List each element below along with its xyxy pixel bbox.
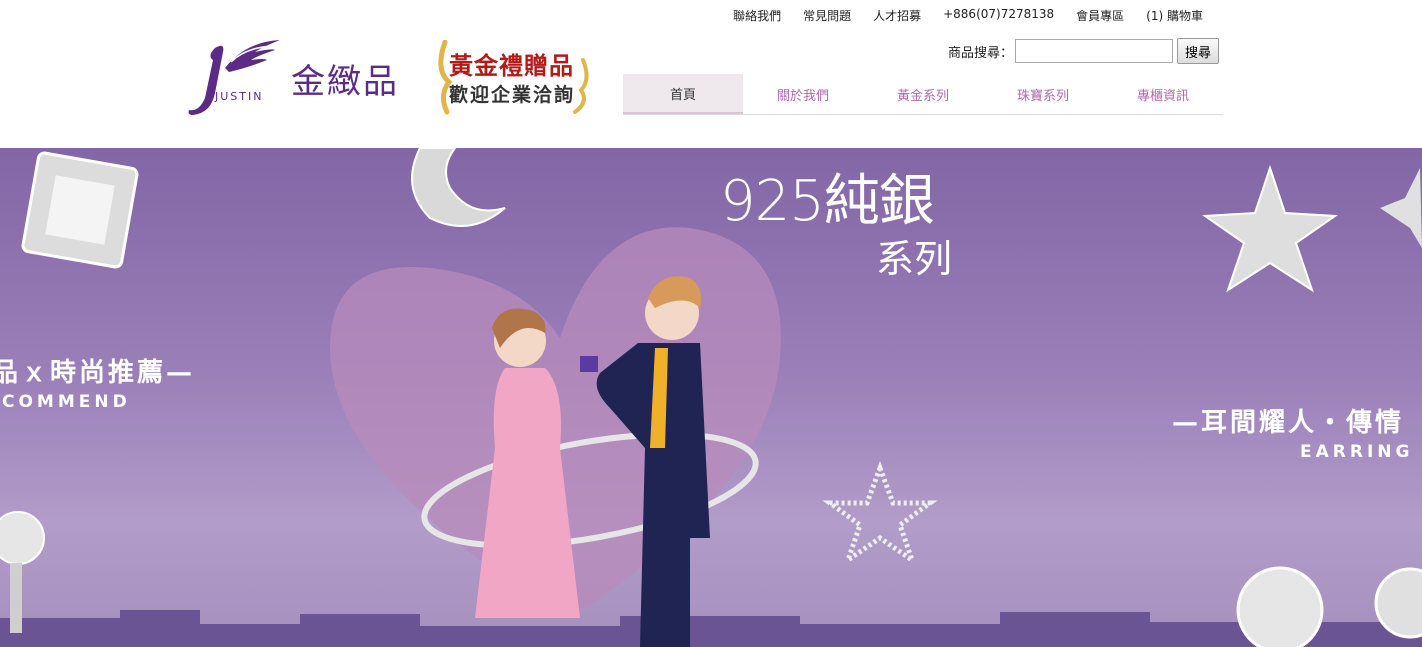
logo-name: 金緻品 [291,61,399,102]
logo-brand-text: JUSTIN [214,90,263,103]
nav-jewelry-series[interactable]: 珠寶系列 [983,74,1103,114]
faq-link[interactable]: 常見問題 [792,7,862,24]
search-button[interactable]: 搜尋 [1177,38,1220,64]
banner-title: 925純銀 [720,169,935,234]
outline-star-icon [822,460,938,567]
main-nav: 首頁 關於我們 黃金系列 珠寶系列 專櫃資訊 [623,74,1223,115]
banner-illustration [0,148,1422,647]
justin-logo-mark: JUSTIN [185,38,285,118]
hero-banner[interactable]: 925純銀 系列 品ｘ時尚推薦— COMMEND —耳間耀人・傳情 EARRIN… [0,148,1422,647]
phone-link[interactable]: +886(07)7278138 [932,7,1065,24]
banner-left-text: 品ｘ時尚推薦— [0,358,196,388]
nav-home[interactable]: 首頁 [623,74,743,114]
star-pendant-icon [1202,164,1338,293]
banner-subtitle: 系列 [876,237,953,281]
banner-left-english: COMMEND [2,392,131,412]
nav-store-info[interactable]: 專櫃資訊 [1103,74,1223,114]
banner-right-english: EARRING [1300,442,1414,462]
search-label: 商品搜尋： [948,45,1014,61]
member-area-link[interactable]: 會員專區 [1065,7,1135,24]
stud-earring-icon [0,511,45,565]
shopping-cart-link[interactable]: (1) 購物車 [1135,7,1214,24]
city-skyline [0,610,1422,647]
banner-right-text: —耳間耀人・傳情 [1172,408,1405,438]
nav-gold-series[interactable]: 黃金系列 [863,74,983,114]
contact-us-link[interactable]: 聯絡我們 [722,7,792,24]
gift-box-icon [580,356,598,372]
square-gem-icon [21,151,139,269]
top-utility-bar: 聯絡我們 常見問題 人才招募 +886(07)7278138 會員專區 (1) … [722,7,1214,24]
star-partial-icon [1380,168,1422,248]
careers-link[interactable]: 人才招募 [862,7,932,24]
nav-about[interactable]: 關於我們 [743,74,863,114]
promo-line-1: 黃金禮贈品 [449,51,574,80]
promo-line-2: 歡迎企業洽詢 [449,84,576,106]
site-logo[interactable]: JUSTIN 金緻品 [185,38,399,118]
product-search: 商品搜尋： 搜尋 [948,38,1220,64]
search-input[interactable] [1015,39,1174,63]
wing-j-icon: JUSTIN [188,40,280,115]
round-earring-icon [1236,566,1324,647]
gold-gift-promo[interactable]: 黃金禮贈品 歡迎企業洽詢 [435,40,590,115]
moon-pendant-icon [411,148,506,227]
